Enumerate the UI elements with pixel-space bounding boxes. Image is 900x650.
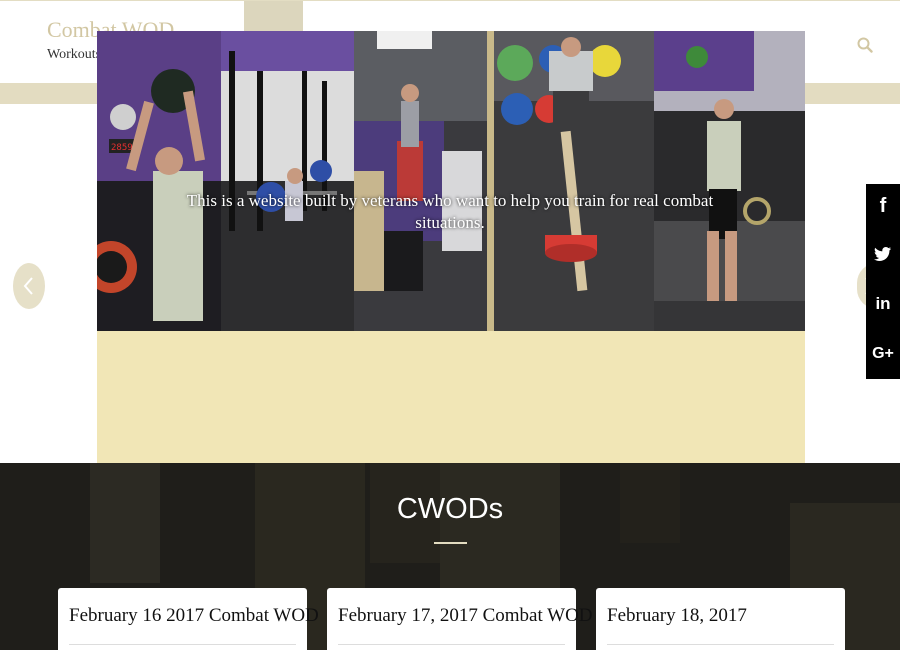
post-card-divider bbox=[607, 644, 834, 645]
post-card-title[interactable]: February 18, 2017 bbox=[607, 605, 747, 627]
svg-text:2859: 2859 bbox=[111, 143, 133, 153]
post-card[interactable]: February 16 2017 Combat WOD bbox=[58, 588, 319, 650]
hero-image: 2859 bbox=[97, 31, 805, 331]
twitter-link[interactable] bbox=[866, 232, 900, 276]
post-card-divider bbox=[338, 644, 565, 645]
google-plus-link[interactable]: G+ bbox=[866, 332, 900, 376]
gym-collage-image: 2859 bbox=[97, 31, 805, 331]
hero-caption: This is a website built by veterans who … bbox=[186, 191, 714, 232]
carousel-prev-button[interactable] bbox=[13, 263, 45, 309]
facebook-link[interactable]: f bbox=[866, 184, 900, 228]
linkedin-icon: in bbox=[875, 294, 891, 313]
social-sidebar: f in G+ bbox=[866, 184, 900, 379]
post-card-title[interactable]: February 17, 2017 Combat WOD bbox=[338, 605, 593, 627]
post-card-divider bbox=[69, 644, 296, 645]
google-plus-icon: G+ bbox=[872, 345, 894, 362]
chevron-left-icon bbox=[23, 277, 33, 295]
section-title: CWODs bbox=[396, 493, 504, 525]
linkedin-link[interactable]: in bbox=[866, 282, 900, 326]
search-icon[interactable] bbox=[857, 37, 873, 53]
post-card-title[interactable]: February 16 2017 Combat WOD bbox=[69, 605, 319, 627]
post-card[interactable]: February 17, 2017 Combat WOD bbox=[327, 588, 593, 650]
twitter-icon bbox=[874, 247, 891, 261]
post-card[interactable]: February 18, 2017 bbox=[596, 588, 845, 650]
facebook-icon: f bbox=[879, 194, 887, 217]
section-title-underline bbox=[434, 542, 467, 544]
